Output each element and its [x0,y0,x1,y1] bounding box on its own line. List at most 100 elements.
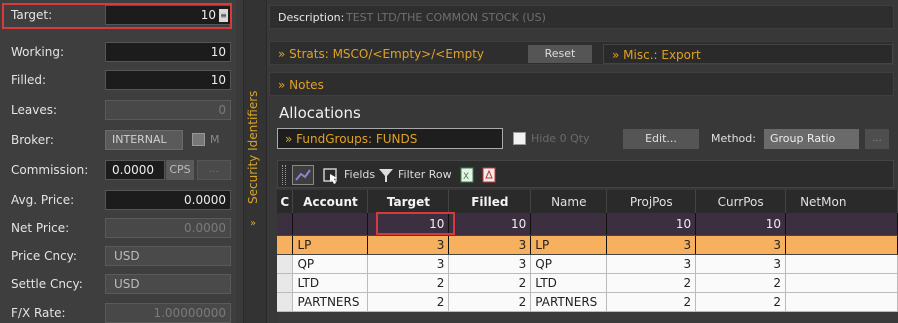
currpos-cell: 2 [695,273,787,293]
filled-label: Filled: [11,73,47,87]
excel-export-icon[interactable]: X [460,165,474,185]
table-cell [530,213,608,236]
avg-price-row: Avg. Price: 0.0000 [0,187,236,213]
total-currpos-cell: 10 [695,213,787,236]
reset-button[interactable]: Reset [528,45,592,63]
toolbar-grip-icon[interactable] [282,165,286,185]
column-header-account[interactable]: Account [292,190,369,213]
table-cell [277,292,294,312]
net-price-field: 0.0000 [105,218,231,238]
pdf-export-icon[interactable] [482,165,496,185]
strats-expander[interactable]: » Strats: MSCO/<Empty>/<Empty [278,47,484,61]
currpos-cell: 3 [695,235,787,255]
svg-text:X: X [463,172,469,182]
projpos-cell: 2 [606,292,697,312]
total-target-cell: 10 [367,213,450,236]
commission-unit-button[interactable]: CPS [166,160,194,180]
settle-ccy-select[interactable]: USD [105,274,231,294]
column-header-name[interactable]: Name [530,190,608,213]
target-highlight [2,3,232,29]
broker-select[interactable]: INTERNAL [105,130,183,150]
security-identifiers-label: Security Identifiers [246,90,260,204]
column-header-c[interactable]: C [277,190,294,213]
column-header-currpos[interactable]: CurrPos [695,190,787,213]
account-cell[interactable]: LTD [292,273,369,293]
column-header-target[interactable]: Target [367,190,450,213]
table-row[interactable]: PARTNERS 2 2 PARTNERS 2 2 [277,292,898,312]
chart-icon[interactable] [292,165,314,185]
filled-cell: 3 [448,235,532,255]
account-cell[interactable]: PARTNERS [292,292,369,312]
column-header-filled[interactable]: Filled [448,190,532,213]
filter-icon[interactable] [378,165,394,185]
column-header-netmon[interactable]: NetMon [785,190,898,213]
hide-zero-qty-checkbox[interactable] [513,132,526,145]
fx-rate-label: F/X Rate: [11,306,66,320]
target-cell[interactable]: 3 [367,254,450,274]
target-cell[interactable]: 2 [367,273,450,293]
fx-rate-field: 1.00000000 [105,303,231,323]
edit-button[interactable]: Edit... [623,129,699,149]
misc-expander[interactable]: » Misc.: Export [612,48,701,62]
filled-field[interactable]: 10 [105,70,231,90]
commission-label: Commission: [11,163,89,177]
misc-section: » Misc.: Export [603,44,893,64]
netmon-cell [785,292,898,312]
leaves-field: 0 [105,100,231,120]
fields-icon[interactable] [322,165,340,185]
commission-field[interactable]: 0.0000 [105,160,165,180]
avg-price-field[interactable]: 0.0000 [105,190,231,210]
expand-chevron-icon: » [250,218,257,229]
notes-expander[interactable]: » Notes [278,78,324,92]
method-select[interactable]: Group Ratio [764,129,859,149]
strats-bar: » Strats: MSCO/<Empty>/<Empty Reset » Mi… [269,41,894,65]
security-identifiers-tab[interactable]: Security Identifiers » [243,0,267,323]
fx-rate-row: F/X Rate: 1.00000000 [0,300,236,323]
name-cell: LP [530,235,608,255]
table-row[interactable]: QP 3 3 QP 3 3 [277,254,898,274]
leaves-label: Leaves: [11,103,57,117]
fund-groups-field[interactable]: » FundGroups: FUNDS [277,128,503,149]
allocations-table: C Account Target Filled Name ProjPos Cur… [277,190,898,312]
table-header: C Account Target Filled Name ProjPos Cur… [277,190,898,213]
working-field[interactable]: 10 [105,42,231,62]
commission-row: Commission: 0.0000 CPS ... [0,157,236,183]
column-header-projpos[interactable]: ProjPos [606,190,697,213]
currpos-cell: 3 [695,254,787,274]
projpos-cell: 3 [606,235,697,255]
totals-row: 10 10 10 10 [277,213,898,236]
name-cell: QP [530,254,608,274]
method-more-button[interactable]: ... [865,129,889,149]
broker-checkbox[interactable] [192,133,205,146]
target-cell[interactable]: 3 [367,235,450,255]
working-row: Working: 10 [0,39,236,65]
currpos-cell: 2 [695,292,787,312]
table-cell [277,213,294,236]
broker-checkbox-label: M [210,133,220,146]
broker-row: Broker: INTERNAL M [0,127,236,153]
price-ccy-row: Price Cncy: USD [0,243,236,269]
table-cell [277,273,294,293]
name-cell: LTD [530,273,608,293]
filter-row-button[interactable]: Filter Row [398,168,452,181]
target-cell[interactable]: 2 [367,292,450,312]
table-row[interactable]: LP 3 3 LP 3 3 [277,235,898,255]
price-ccy-select[interactable]: USD [105,246,231,266]
notes-bar: » Notes [269,72,894,96]
filled-cell: 3 [448,254,532,274]
table-cell [292,213,369,236]
projpos-cell: 3 [606,254,697,274]
grid-toolbar: Fields Filter Row X [277,160,894,188]
description-bar: Description: TEST LTD/THE COMMON STOCK (… [269,5,894,29]
table-cell [785,213,898,236]
account-cell[interactable]: QP [292,254,369,274]
settle-ccy-row: Settle Cncy: USD [0,271,236,297]
table-cell [277,254,294,274]
fields-button[interactable]: Fields [344,168,375,181]
working-label: Working: [11,45,64,59]
table-row[interactable]: LTD 2 2 LTD 2 2 [277,273,898,293]
commission-more-button[interactable]: ... [197,160,231,180]
filled-cell: 2 [448,292,532,312]
description-label: Description: [278,11,345,24]
account-cell[interactable]: LP [292,235,369,255]
